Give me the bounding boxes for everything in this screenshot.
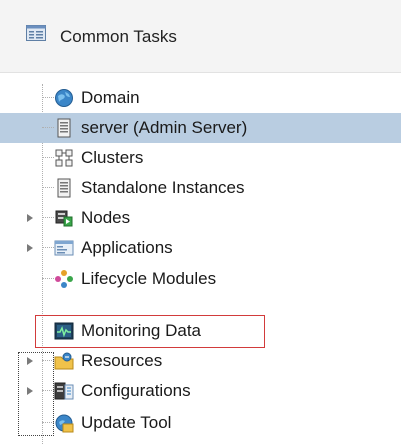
update-tool-icon [55,414,74,433]
applications-icon [54,240,74,256]
tree-item-label: Configurations [81,381,191,400]
nodes-icon [55,210,73,227]
lifecycle-modules-icon [55,270,73,288]
navigation-tree: Domain server (Admin Server) Clusters St… [0,0,401,445]
resources-icon [54,352,74,370]
tree-item-nodes[interactable]: Nodes [0,203,401,233]
tree-item-clusters[interactable]: Clusters [0,143,401,173]
tree-item-label: Resources [81,351,163,370]
common-tasks-panel: Common Tasks Domain server (Admin Server… [0,0,401,445]
server-icon [57,178,71,198]
tree-item-label: server (Admin Server) [81,118,248,137]
tree-item-lifecycle-modules[interactable]: Lifecycle Modules [0,264,401,294]
tree-item-label: Standalone Instances [81,178,245,197]
expand-arrow-icon[interactable] [27,244,33,252]
tree-item-label: Domain [81,88,140,107]
domain-globe-icon [55,89,73,107]
tree-item-resources[interactable]: Resources [0,346,401,376]
tree-item-label: Nodes [81,208,131,227]
monitoring-icon [54,322,74,340]
tree-item-label: Update Tool [81,413,172,432]
expand-arrow-icon[interactable] [27,357,33,365]
tree-item-applications[interactable]: Applications [0,233,401,263]
tree-item-configurations[interactable]: Configurations [0,376,401,406]
tree-item-update-tool[interactable]: Update Tool [0,408,401,438]
configurations-icon [54,382,74,400]
tree-item-label: Lifecycle Modules [81,269,217,288]
tree-item-monitoring-data[interactable]: Monitoring Data [0,316,401,346]
tree-item-admin-server[interactable]: server (Admin Server) [0,113,401,143]
expand-arrow-icon[interactable] [27,214,33,222]
clusters-icon [55,149,73,167]
expand-arrow-icon[interactable] [27,387,33,395]
tree-item-standalone-instances[interactable]: Standalone Instances [0,173,401,203]
tree-item-domain[interactable]: Domain [0,83,401,113]
tree-item-label: Monitoring Data [81,321,202,340]
tree-item-label: Applications [81,238,173,257]
server-icon [57,118,71,138]
tree-item-label: Clusters [81,148,144,167]
